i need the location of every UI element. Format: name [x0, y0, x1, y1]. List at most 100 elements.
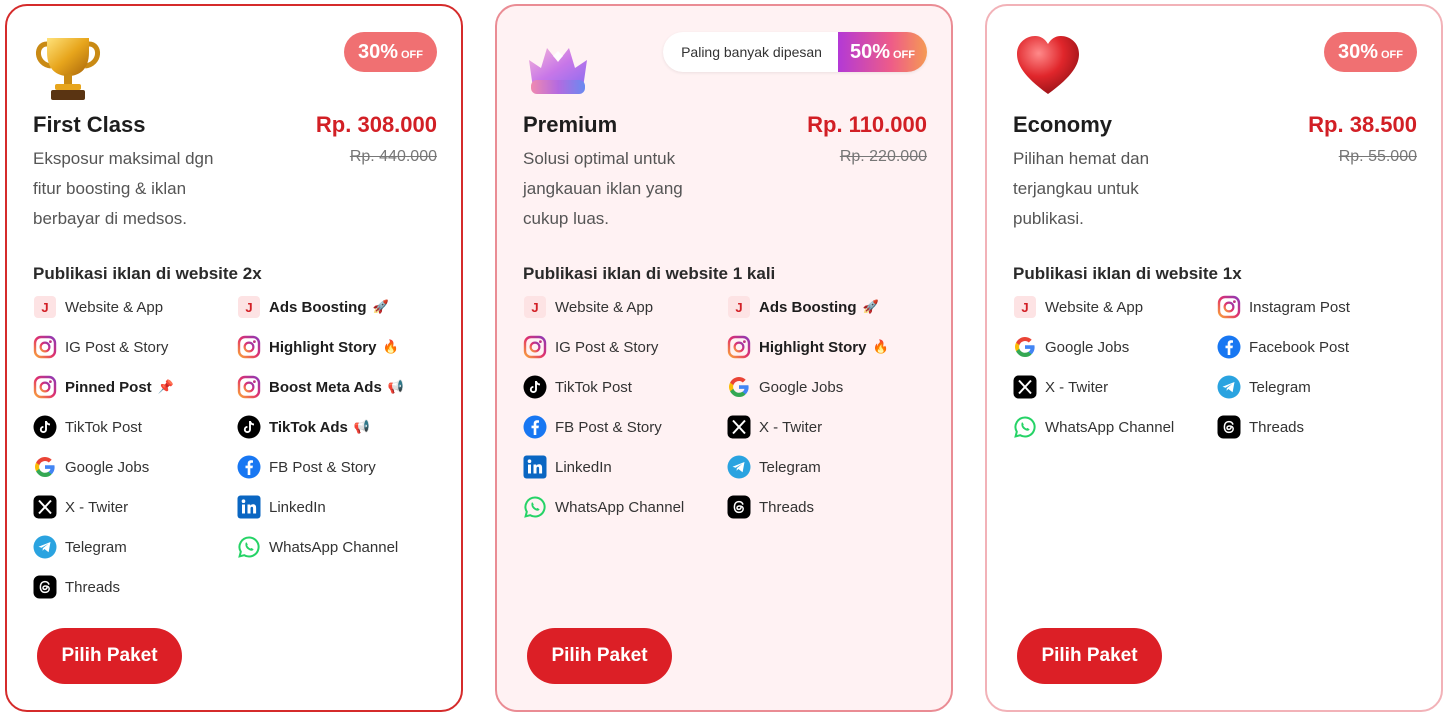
- feature-label: Highlight Story: [269, 338, 377, 356]
- feature-item: LinkedIn: [237, 494, 326, 520]
- feature-label: Ads Boosting: [269, 298, 367, 316]
- feature-label: TikTok Post: [65, 418, 142, 436]
- feature-item: Highlight Story 🔥: [727, 334, 889, 360]
- feature-item: IG Post & Story: [33, 334, 168, 360]
- telegram-icon: [1217, 375, 1241, 399]
- feature-label: Website & App: [1045, 298, 1144, 316]
- whatsapp-icon: [523, 495, 547, 519]
- feature-label: WhatsApp Channel: [555, 498, 685, 516]
- plan-price: Rp. 308.000: [315, 112, 437, 137]
- feature-label: Telegram: [65, 538, 127, 556]
- discount-badge: 50% OFF: [837, 32, 927, 72]
- plan-description: Eksposur maksimal dgn fitur boosting & i…: [33, 149, 214, 228]
- discount-suffix: OFF: [401, 49, 423, 61]
- feature-label: Google Jobs: [759, 378, 844, 396]
- instagram-icon: [523, 335, 547, 359]
- jobs-app-icon: J: [523, 295, 547, 319]
- feature-label: Highlight Story: [759, 338, 867, 356]
- feature-label: Google Jobs: [1045, 338, 1130, 356]
- instagram-icon: [33, 335, 57, 359]
- feature-item: Google Jobs: [1013, 334, 1129, 360]
- feature-label: X - Twiter: [1045, 378, 1109, 396]
- instagram-icon: [237, 375, 261, 399]
- choose-plan-button[interactable]: Pilih Paket: [37, 628, 182, 684]
- discount-suffix: OFF: [893, 49, 915, 61]
- feature-label: Telegram: [1249, 378, 1311, 396]
- feature-label: FB Post & Story: [555, 418, 662, 436]
- discount-badge: 30% OFF: [343, 32, 437, 72]
- plan-name: Economy: [1013, 112, 1113, 137]
- instagram-icon: [33, 375, 57, 399]
- threads-icon: [1217, 415, 1241, 439]
- linkedin-icon: [523, 455, 547, 479]
- feature-item: WhatsApp Channel: [523, 494, 684, 520]
- svg-text:J: J: [41, 300, 48, 315]
- feature-item: Boost Meta Ads 📢: [237, 374, 404, 400]
- plan-name: First Class: [33, 112, 146, 137]
- pricing-card-premium: Paling banyak dipesan 50% OFF Premium Rp.…: [495, 4, 953, 712]
- plan-price: Rp. 110.000: [807, 112, 927, 137]
- google-icon: [727, 375, 751, 399]
- telegram-icon: [727, 455, 751, 479]
- trophy-icon: [33, 30, 103, 102]
- feature-label: Instagram Post: [1249, 298, 1350, 316]
- feature-item: Telegram: [727, 454, 821, 480]
- jobs-app-icon: J: [33, 295, 57, 319]
- feature-item: J Ads Boosting 🚀: [727, 294, 879, 320]
- feature-item: WhatsApp Channel: [237, 534, 398, 560]
- plan-old-price: Rp. 55.000: [1338, 148, 1417, 165]
- instagram-icon: [727, 335, 751, 359]
- heart-icon: [1013, 30, 1083, 102]
- feature-item: FB Post & Story: [523, 414, 662, 440]
- svg-text:J: J: [245, 300, 252, 315]
- feature-label: X - Twiter: [759, 418, 823, 436]
- whatsapp-icon: [1013, 415, 1037, 439]
- feature-item: Google Jobs: [727, 374, 843, 400]
- feature-emoji: 📌: [157, 379, 174, 394]
- instagram-icon: [237, 335, 261, 359]
- feature-label: Facebook Post: [1249, 338, 1350, 356]
- feature-item: J Website & App: [33, 294, 163, 320]
- choose-plan-button[interactable]: Pilih Paket: [1017, 628, 1162, 684]
- feature-emoji: 🔥: [872, 339, 889, 354]
- feature-item: TikTok Post: [33, 414, 142, 440]
- telegram-icon: [33, 535, 57, 559]
- feature-label: Google Jobs: [65, 458, 150, 476]
- feature-label: Threads: [759, 498, 815, 516]
- feature-item: Instagram Post: [1217, 294, 1350, 320]
- tiktok-icon: [523, 375, 547, 399]
- plan-description: Pilihan hemat dan terjangkau untuk publi…: [1013, 149, 1150, 228]
- instagram-icon: [1217, 295, 1241, 319]
- discount-value: 30%: [1337, 41, 1378, 63]
- feature-item: J Website & App: [523, 294, 653, 320]
- feature-item: Google Jobs: [33, 454, 149, 480]
- feature-item: Threads: [727, 494, 814, 520]
- threads-icon: [33, 575, 57, 599]
- feature-label: Pinned Post: [65, 378, 152, 396]
- google-icon: [1013, 335, 1037, 359]
- feature-item: FB Post & Story: [237, 454, 376, 480]
- feature-item: TikTok Ads 📢: [237, 414, 370, 440]
- discount-value: 50%: [849, 41, 890, 63]
- feature-item: Threads: [1217, 414, 1304, 440]
- threads-icon: [727, 495, 751, 519]
- x-icon: [33, 495, 57, 519]
- plan-publication: Publikasi iklan di website 1 kali: [523, 264, 776, 283]
- svg-text:J: J: [735, 300, 742, 315]
- plan-publication: Publikasi iklan di website 2x: [33, 264, 262, 283]
- popular-badge: Paling banyak dipesan 50% OFF: [663, 32, 927, 72]
- choose-plan-button[interactable]: Pilih Paket: [527, 628, 672, 684]
- plan-old-price: Rp. 440.000: [349, 148, 437, 165]
- feature-label: Telegram: [759, 458, 821, 476]
- google-icon: [33, 455, 57, 479]
- feature-label: TikTok Post: [555, 378, 632, 396]
- feature-label: Boost Meta Ads: [269, 378, 382, 396]
- jobs-app-icon: J: [1013, 295, 1037, 319]
- feature-item: Telegram: [33, 534, 127, 560]
- feature-label: TikTok Ads: [269, 418, 348, 436]
- feature-item: Threads: [33, 574, 120, 600]
- feature-label: LinkedIn: [269, 498, 326, 516]
- feature-label: Ads Boosting: [759, 298, 857, 316]
- feature-item: TikTok Post: [523, 374, 632, 400]
- svg-text:J: J: [531, 300, 538, 315]
